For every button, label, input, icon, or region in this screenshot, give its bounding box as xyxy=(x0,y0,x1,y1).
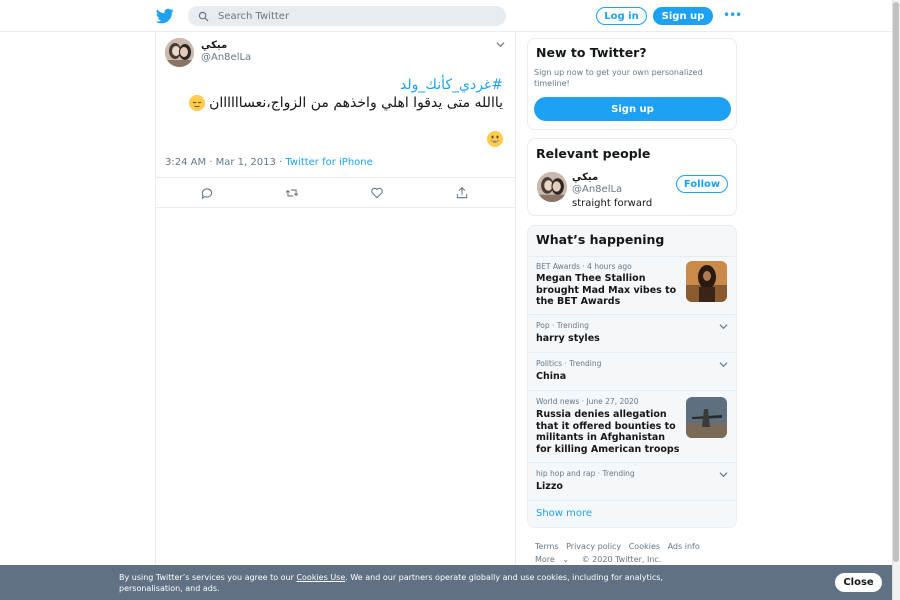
trend-item[interactable]: Politics · Trending China xyxy=(528,352,736,390)
search-icon xyxy=(198,11,209,21)
display-name[interactable]: ميكي xyxy=(201,40,227,51)
show-more-link[interactable]: Show more xyxy=(536,508,592,519)
like-heart-icon[interactable] xyxy=(370,186,384,200)
trend-name: Lizzo xyxy=(536,481,563,492)
whats-happening-title: What’s happening xyxy=(536,232,665,247)
sidebar-signup-button[interactable]: Sign up xyxy=(534,97,731,121)
trend-item[interactable]: hip hop and rap · Trending Lizzo xyxy=(528,462,736,500)
trend-item[interactable]: Pop · Trending harry styles xyxy=(528,314,736,352)
retweet-icon[interactable] xyxy=(285,186,299,200)
new-to-twitter-card: New to Twitter? Sign up now to get your … xyxy=(527,38,737,130)
tweet-text: ياالله متى يدقوا اهلي واخذهم من الزواج،ن… xyxy=(188,95,503,111)
profile-photo-icon xyxy=(165,38,194,67)
tweet-source-link[interactable]: Twitter for iPhone xyxy=(285,157,372,168)
footer-link-privacy[interactable]: Privacy policy xyxy=(566,542,621,551)
trend-meta: BET Awards · 4 hours ago xyxy=(536,262,632,271)
relevant-bio: straight forward xyxy=(572,198,653,209)
search-box[interactable] xyxy=(188,6,506,26)
avatar[interactable] xyxy=(165,38,194,67)
chevron-down-icon[interactable] xyxy=(719,360,728,369)
cookie-text-before: By using Twitter’s services you agree to… xyxy=(119,573,297,582)
relevant-people-title: Relevant people xyxy=(536,146,651,161)
relieved-face-emoji-icon xyxy=(188,95,205,111)
trend-name: China xyxy=(536,371,567,382)
chevron-down-icon[interactable] xyxy=(719,322,728,331)
cookie-consent-text: By using Twitter’s services you agree to… xyxy=(119,572,719,594)
top-navigation-bar: Log in Sign up ••• xyxy=(0,0,892,32)
search-input[interactable] xyxy=(218,10,478,22)
share-icon[interactable] xyxy=(455,186,469,200)
new-to-twitter-description: Sign up now to get your own personalized… xyxy=(534,68,703,88)
trend-item[interactable]: BET Awards · 4 hours ago Megan Thee Stal… xyxy=(528,256,736,314)
footer-links-row: Terms Privacy policy Cookies Ads info xyxy=(535,540,735,553)
trend-name: harry styles xyxy=(536,333,600,344)
footer-link-ads-info[interactable]: Ads info xyxy=(668,542,700,551)
trend-thumbnail-image xyxy=(686,397,727,438)
relevant-handle[interactable]: @An8elLa xyxy=(572,184,622,195)
signup-button[interactable]: Sign up xyxy=(653,7,713,25)
footer-more-menu[interactable]: More ⌄ xyxy=(535,555,574,564)
cookies-use-link[interactable]: Cookies Use xyxy=(296,573,345,582)
relevant-people-card: Relevant people ميكي @An8elLa straight f… xyxy=(527,138,737,216)
trend-meta: hip hop and rap · Trending xyxy=(536,469,635,478)
trend-meta: Politics · Trending xyxy=(536,359,602,368)
chevron-down-icon[interactable] xyxy=(496,40,505,49)
trend-meta: World news · June 27, 2020 xyxy=(536,397,639,406)
footer-link-terms[interactable]: Terms xyxy=(535,542,559,551)
trend-meta: Pop · Trending xyxy=(536,321,589,330)
scrollbar[interactable] xyxy=(892,0,900,600)
chevron-down-icon: ⌄ xyxy=(562,555,570,564)
footer: Terms Privacy policy Cookies Ads info Mo… xyxy=(535,540,735,566)
trend-item[interactable]: World news · June 27, 2020 Russia denies… xyxy=(528,390,736,462)
divider xyxy=(528,500,736,501)
new-to-twitter-title: New to Twitter? xyxy=(536,45,647,60)
trend-thumbnail-image xyxy=(686,261,727,302)
hashtag-link[interactable]: #غردي_كأنك_ولد xyxy=(400,77,503,93)
footer-more-label: More xyxy=(535,555,555,564)
whats-happening-card: What’s happening BET Awards · 4 hours ag… xyxy=(527,225,737,528)
grinning-face-emoji-icon xyxy=(487,131,503,147)
timeline-column: ميكي @An8elLa #غردي_كأنك_ولد ياالله متى … xyxy=(155,32,516,600)
reply-icon[interactable] xyxy=(200,186,214,200)
relevant-display-name[interactable]: ميكي xyxy=(572,172,598,183)
twitter-bird-logo-icon[interactable] xyxy=(156,7,174,25)
login-button[interactable]: Log in xyxy=(596,7,647,25)
more-options-icon[interactable]: ••• xyxy=(723,8,742,22)
trend-name: Megan Thee Stallion brought Mad Max vibe… xyxy=(536,273,677,307)
scrollbar-thumb[interactable] xyxy=(893,2,899,562)
tweet-timestamp[interactable]: 3:24 AM · Mar 1, 2013 xyxy=(165,157,276,168)
profile-photo-icon xyxy=(537,172,567,202)
cookie-consent-bar: By using Twitter’s services you agree to… xyxy=(0,565,892,600)
trend-name: Russia denies allegation that it offered… xyxy=(536,409,680,455)
close-cookie-button[interactable]: Close xyxy=(835,573,882,592)
chevron-down-icon[interactable] xyxy=(719,470,728,479)
tweet[interactable]: ميكي @An8elLa #غردي_كأنك_ولد ياالله متى … xyxy=(156,32,515,208)
tweet-metadata: 3:24 AM · Mar 1, 2013 · Twitter for iPho… xyxy=(165,157,373,168)
tweet-text-content: ياالله متى يدقوا اهلي واخذهم من الزواج،ن… xyxy=(209,95,503,111)
tweet-actions xyxy=(156,177,515,208)
username-handle[interactable]: @An8elLa xyxy=(201,52,251,63)
follow-button[interactable]: Follow xyxy=(676,175,728,193)
relevant-avatar[interactable] xyxy=(537,172,567,202)
footer-copyright: © 2020 Twitter, Inc. xyxy=(581,555,662,564)
footer-link-cookies[interactable]: Cookies xyxy=(629,542,660,551)
